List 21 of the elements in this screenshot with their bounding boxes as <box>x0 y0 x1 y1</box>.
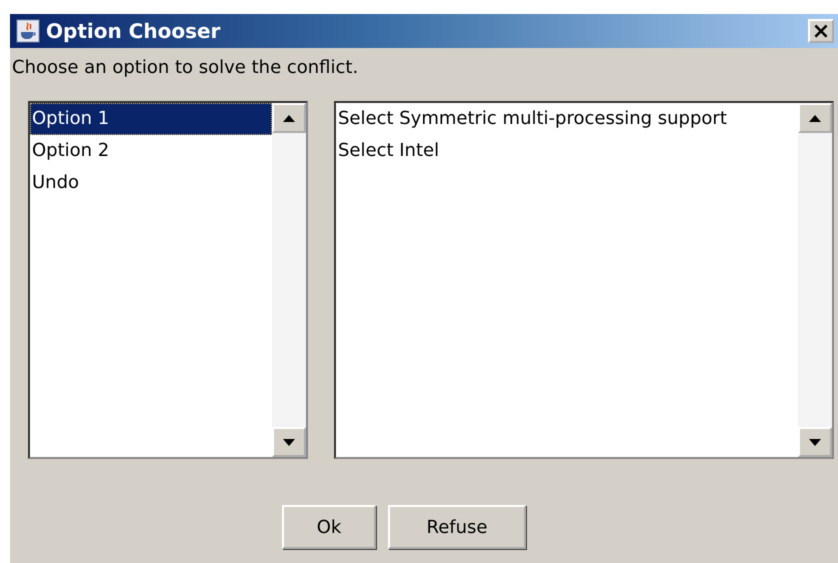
action-item[interactable]: Select Symmetric multi-processing support <box>336 103 798 135</box>
refuse-button[interactable]: Refuse <box>388 505 526 549</box>
close-button[interactable]: × <box>808 19 834 43</box>
option-item[interactable]: Option 2 <box>30 135 272 167</box>
scrollbar[interactable] <box>798 103 832 457</box>
scroll-down-button[interactable] <box>798 427 832 457</box>
coffee-cup-icon <box>16 19 40 43</box>
ok-button[interactable]: Ok <box>282 505 376 549</box>
up-arrow-icon <box>283 114 295 122</box>
window-title: Option Chooser <box>46 18 222 45</box>
scroll-up-button[interactable] <box>798 103 832 133</box>
prompt-text: Choose an option to solve the conflict. <box>11 56 360 80</box>
up-arrow-icon <box>809 114 821 122</box>
scrollbar[interactable] <box>272 103 306 457</box>
down-arrow-icon <box>809 438 821 446</box>
scroll-up-button[interactable] <box>272 103 306 133</box>
option-item[interactable]: Option 1 <box>30 103 272 135</box>
down-arrow-icon <box>283 438 295 446</box>
option-item[interactable]: Undo <box>30 167 272 199</box>
scroll-down-button[interactable] <box>272 427 306 457</box>
action-item[interactable]: Select Intel <box>336 135 798 167</box>
